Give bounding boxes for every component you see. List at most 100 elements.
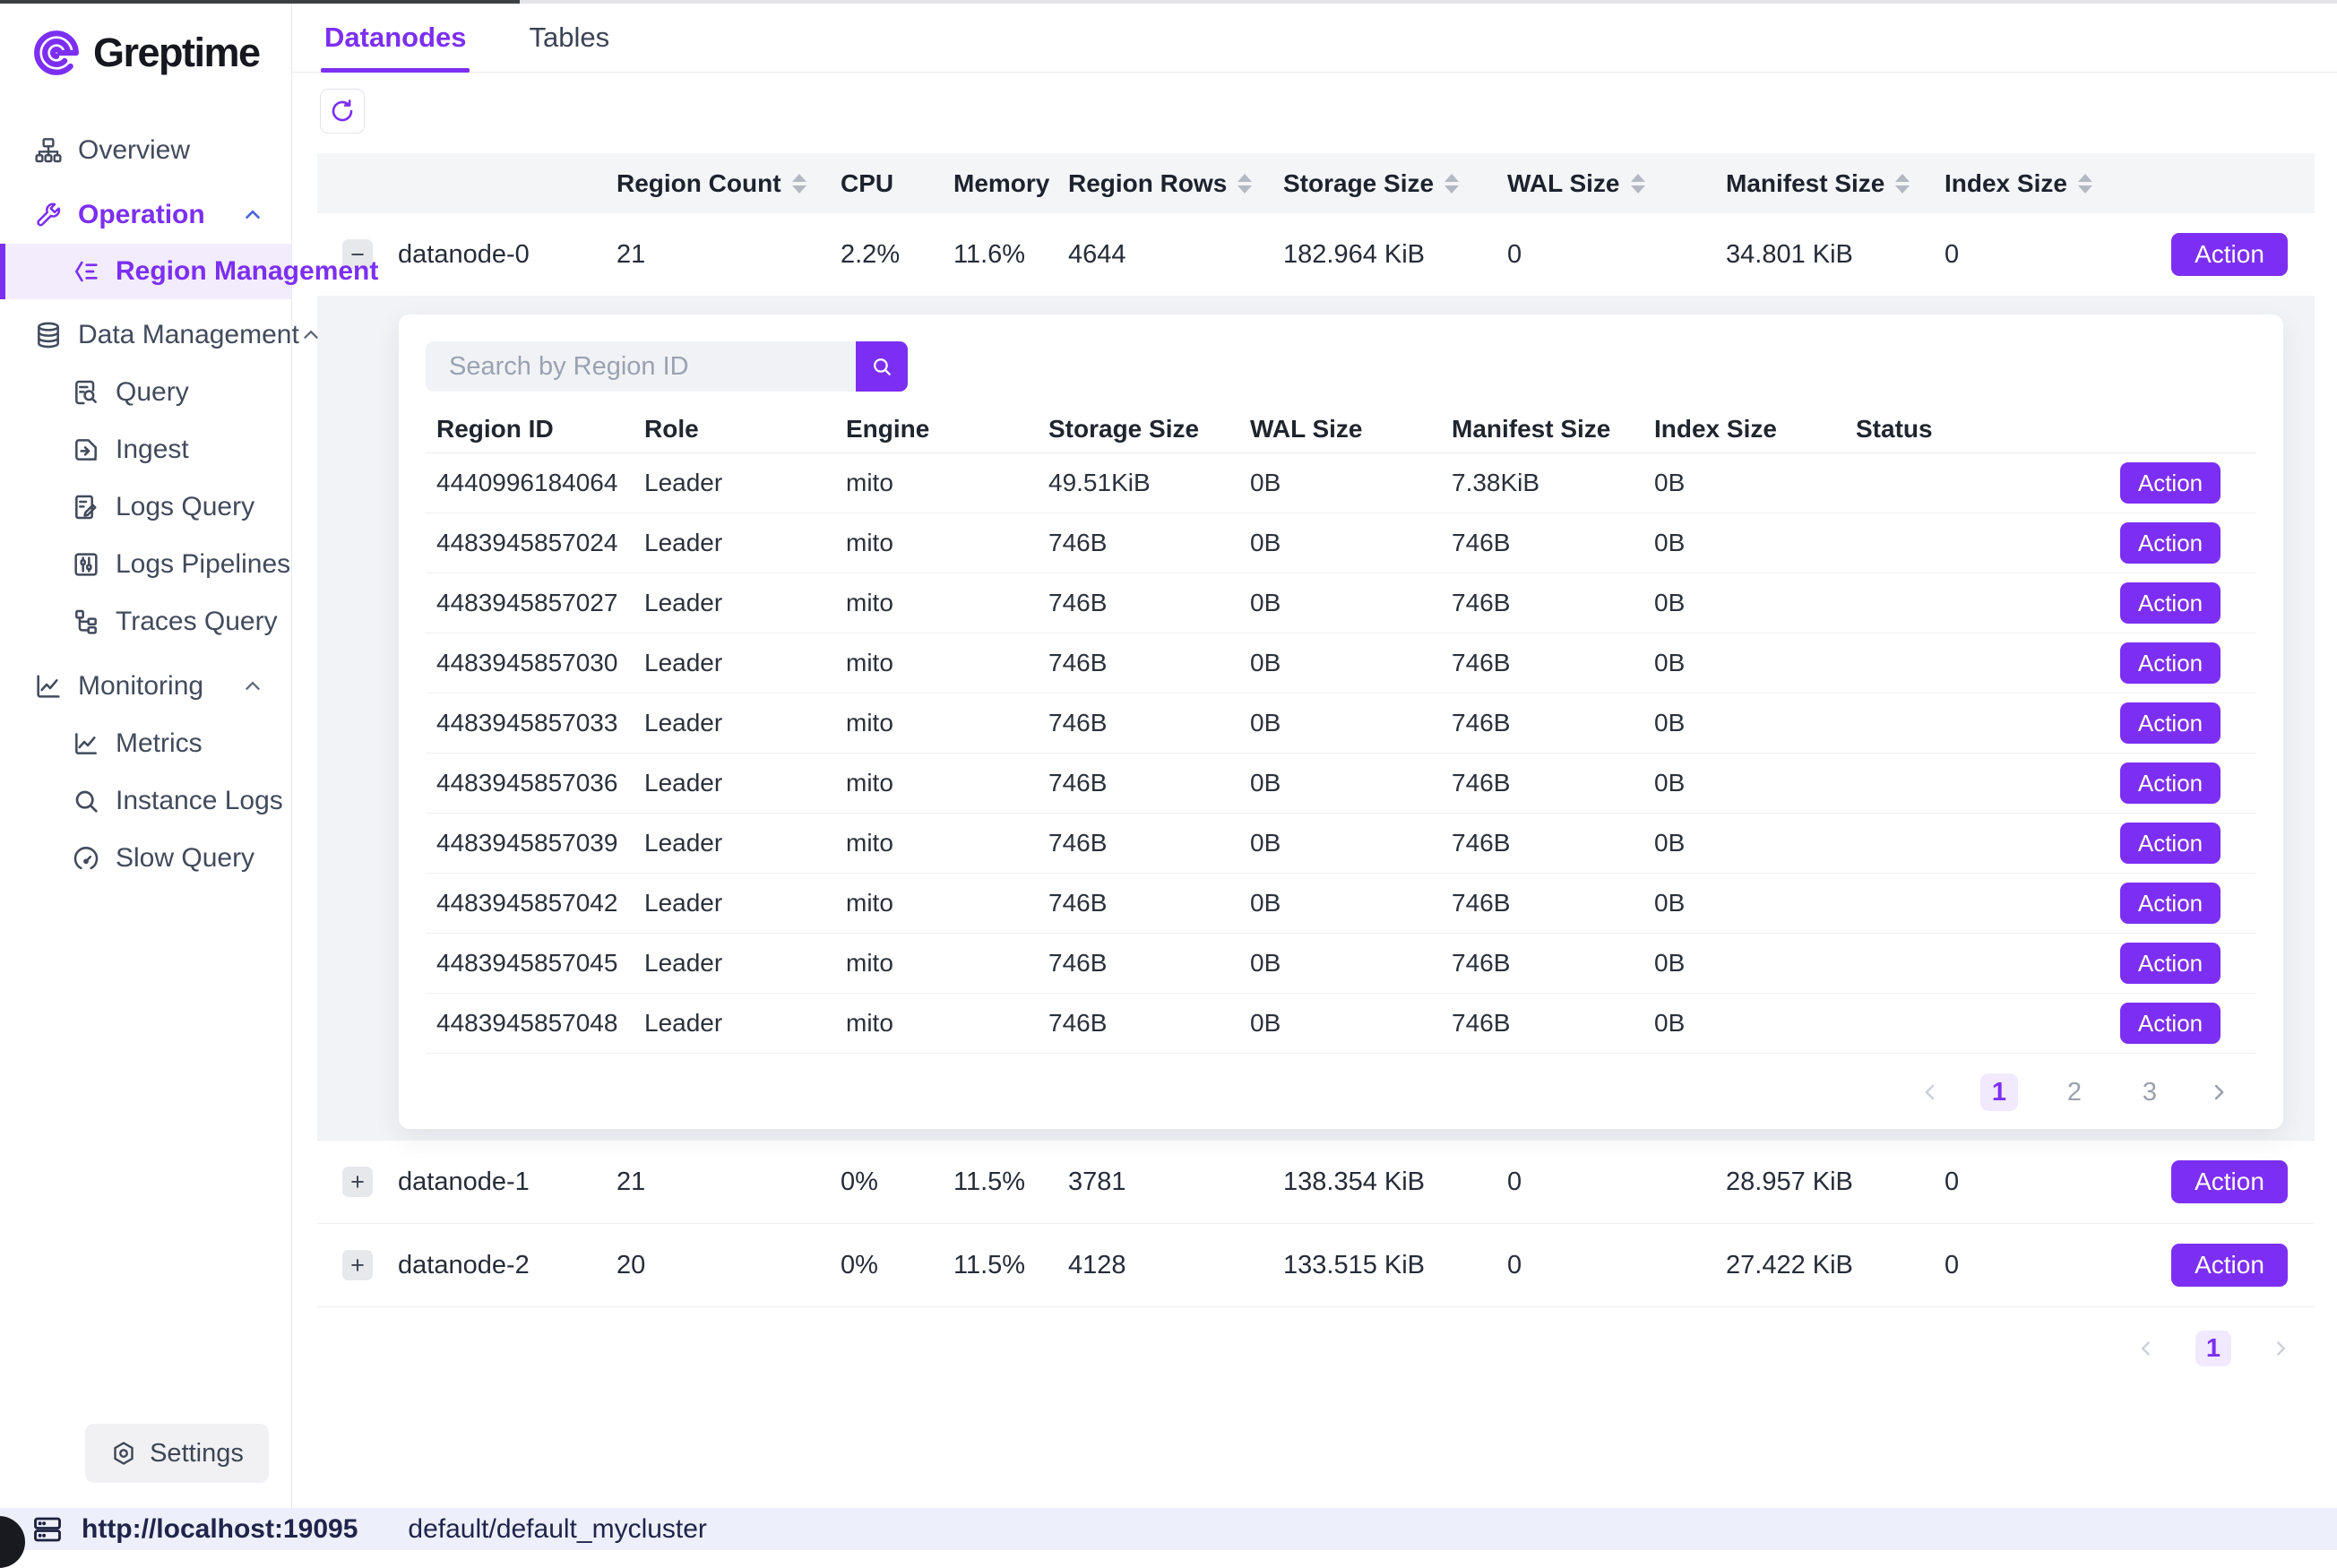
traces-icon bbox=[72, 607, 100, 636]
region-manifest-size-cell: 746B bbox=[1441, 589, 1643, 617]
main-content: Datanodes Tables Region Count CPU Memory… bbox=[292, 4, 2337, 1508]
region-role-cell: Leader bbox=[634, 769, 835, 797]
region-count-cell: 21 bbox=[609, 240, 833, 270]
region-role-cell: Leader bbox=[634, 829, 835, 857]
region-table-row: 4483945857024 Leader mito 746B 0B 746B 0… bbox=[426, 513, 2256, 573]
sidebar-item-data-management[interactable]: Data Management bbox=[0, 306, 291, 364]
region-action-button[interactable]: Action bbox=[2120, 582, 2221, 624]
sidebar-item-traces-query[interactable]: Traces Query bbox=[0, 593, 291, 650]
expand-icon: + bbox=[350, 1254, 365, 1278]
region-wal-size-cell: 0B bbox=[1239, 949, 1441, 978]
sort-icon[interactable] bbox=[1631, 174, 1645, 194]
sort-icon[interactable] bbox=[792, 174, 806, 194]
sort-icon[interactable] bbox=[1444, 174, 1459, 194]
region-id-cell: 4483945857048 bbox=[426, 1009, 634, 1038]
header-manifest-size[interactable]: Manifest Size bbox=[1719, 169, 1937, 198]
region-action-button[interactable]: Action bbox=[2120, 823, 2221, 864]
wrench-icon bbox=[34, 201, 63, 229]
datanode-action-button[interactable]: Action bbox=[2171, 233, 2288, 276]
brand-name: Greptime bbox=[93, 30, 260, 76]
region-action-button[interactable]: Action bbox=[2120, 762, 2221, 804]
region-wal-size-cell: 0B bbox=[1239, 1009, 1441, 1038]
settings-button[interactable]: Settings bbox=[85, 1424, 269, 1483]
chevron-right-icon[interactable] bbox=[2206, 1080, 2231, 1105]
chevron-left-icon[interactable] bbox=[2134, 1337, 2158, 1360]
region-table-row: 4483945857039 Leader mito 746B 0B 746B 0… bbox=[426, 814, 2256, 874]
sort-icon[interactable] bbox=[2078, 174, 2092, 194]
region-action-button[interactable]: Action bbox=[2120, 702, 2221, 744]
sidebar-item-logs-pipelines[interactable]: Logs Pipelines bbox=[0, 536, 291, 593]
datanodes-table: Region Count CPU Memory Region Rows Stor… bbox=[317, 153, 2315, 1366]
chevron-up-icon[interactable] bbox=[241, 675, 264, 698]
region-wal-size-cell: 0B bbox=[1239, 889, 1441, 918]
region-id-cell: 4483945857033 bbox=[426, 709, 634, 737]
sidebar: Greptime Overview Operation Region Manag… bbox=[0, 4, 292, 1508]
sidebar-item-query[interactable]: Query bbox=[0, 364, 291, 421]
page-button[interactable]: 3 bbox=[2131, 1073, 2169, 1111]
datanode-row: + datanode-2 20 0% 11.5% 4128 133.515 Ki… bbox=[317, 1224, 2315, 1307]
header-region-rows[interactable]: Region Rows bbox=[1061, 169, 1276, 198]
sidebar-item-ingest[interactable]: Ingest bbox=[0, 421, 291, 478]
chevron-left-icon[interactable] bbox=[1918, 1080, 1943, 1105]
sort-icon[interactable] bbox=[1237, 174, 1252, 194]
refresh-button[interactable] bbox=[320, 89, 365, 134]
chevron-up-icon[interactable] bbox=[241, 203, 264, 227]
datanode-name: datanode-2 bbox=[385, 1251, 609, 1280]
page-button[interactable]: 2 bbox=[2056, 1073, 2093, 1111]
header-region-count[interactable]: Region Count bbox=[609, 169, 833, 198]
sidebar-item-operation[interactable]: Operation bbox=[0, 186, 291, 244]
region-action-button[interactable]: Action bbox=[2120, 522, 2221, 564]
sidebar-item-instance-logs[interactable]: Instance Logs bbox=[0, 772, 291, 830]
header-engine: Engine bbox=[835, 415, 1038, 444]
cpu-cell: 0% bbox=[833, 1167, 946, 1197]
region-action-button[interactable]: Action bbox=[2120, 462, 2221, 504]
region-search-input[interactable] bbox=[426, 341, 856, 392]
settings-label: Settings bbox=[150, 1439, 244, 1469]
region-list-icon bbox=[72, 257, 100, 286]
chevron-up-icon[interactable] bbox=[299, 323, 323, 347]
page-button[interactable]: 1 bbox=[1980, 1073, 2018, 1111]
sidebar-item-region-management[interactable]: Region Management bbox=[0, 244, 291, 299]
sidebar-item-logs-query[interactable]: Logs Query bbox=[0, 478, 291, 536]
sidebar-item-overview[interactable]: Overview bbox=[0, 122, 291, 179]
region-action-button[interactable]: Action bbox=[2120, 883, 2221, 924]
query-doc-icon bbox=[72, 378, 100, 407]
wal-size-cell: 0 bbox=[1500, 1167, 1719, 1197]
tab-tables[interactable]: Tables bbox=[525, 22, 613, 72]
status-bar: http://localhost:19095 default/default_m… bbox=[0, 1508, 2337, 1550]
header-storage-size: Storage Size bbox=[1038, 415, 1239, 444]
sort-icon[interactable] bbox=[1895, 174, 1910, 194]
status-cluster-name: default/default_mycluster bbox=[408, 1514, 707, 1545]
header-wal-size[interactable]: WAL Size bbox=[1500, 169, 1719, 198]
region-role-cell: Leader bbox=[634, 469, 835, 497]
region-manifest-size-cell: 746B bbox=[1441, 529, 1643, 557]
datanode-action-button[interactable]: Action bbox=[2171, 1160, 2288, 1203]
sidebar-item-monitoring[interactable]: Monitoring bbox=[0, 658, 291, 715]
region-storage-size-cell: 746B bbox=[1038, 889, 1239, 918]
ingest-icon bbox=[72, 435, 100, 464]
datanode-row: + datanode-1 21 0% 11.5% 3781 138.354 Ki… bbox=[317, 1140, 2315, 1224]
region-search-button[interactable] bbox=[856, 341, 908, 392]
region-table-row: 4483945857048 Leader mito 746B 0B 746B 0… bbox=[426, 994, 2256, 1054]
region-role-cell: Leader bbox=[634, 889, 835, 918]
sidebar-item-metrics[interactable]: Metrics bbox=[0, 715, 291, 772]
header-storage-size[interactable]: Storage Size bbox=[1276, 169, 1500, 198]
region-engine-cell: mito bbox=[835, 469, 1038, 497]
sidebar-item-slow-query[interactable]: Slow Query bbox=[0, 830, 291, 887]
header-index-size[interactable]: Index Size bbox=[1937, 169, 2106, 198]
region-engine-cell: mito bbox=[835, 529, 1038, 557]
region-action-button[interactable]: Action bbox=[2120, 1003, 2221, 1044]
region-engine-cell: mito bbox=[835, 949, 1038, 978]
page-button[interactable]: 1 bbox=[2195, 1331, 2231, 1366]
gear-icon bbox=[110, 1440, 137, 1467]
expand-row-button[interactable]: + bbox=[342, 1167, 373, 1197]
region-action-button[interactable]: Action bbox=[2120, 943, 2221, 984]
chevron-right-icon[interactable] bbox=[2269, 1337, 2292, 1360]
index-size-cell: 0 bbox=[1937, 1167, 2106, 1197]
expand-row-button[interactable]: + bbox=[342, 1250, 373, 1280]
datanode-action-button[interactable]: Action bbox=[2171, 1244, 2288, 1287]
memory-cell: 11.5% bbox=[946, 1251, 1061, 1280]
region-action-button[interactable]: Action bbox=[2120, 642, 2221, 684]
tab-datanodes[interactable]: Datanodes bbox=[321, 22, 470, 72]
region-index-size-cell: 0B bbox=[1643, 949, 1845, 978]
